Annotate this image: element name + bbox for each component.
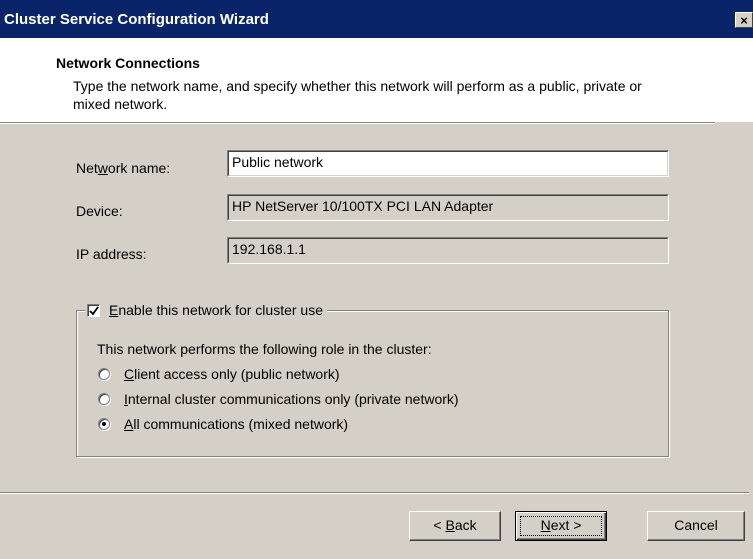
title-bar: Cluster Service Configuration Wizard × xyxy=(0,0,753,38)
device-label: Device: xyxy=(76,203,123,219)
radio-label: Internal cluster communications only (pr… xyxy=(124,391,459,407)
header-divider xyxy=(0,122,715,124)
enable-cluster-checkbox[interactable] xyxy=(87,303,100,317)
radio-client-access[interactable]: Client access only (public network) xyxy=(98,366,340,382)
ip-address-value: 192.168.1.1 xyxy=(232,241,306,257)
enable-cluster-label: Enable this network for cluster use xyxy=(109,302,323,318)
network-name-value: Public network xyxy=(232,154,324,170)
radio-selected-dot xyxy=(102,422,106,426)
radio-label: Client access only (public network) xyxy=(124,366,340,382)
next-button[interactable]: Next > xyxy=(515,511,607,541)
back-button[interactable]: < Back xyxy=(409,511,501,541)
network-name-input[interactable]: Public network xyxy=(227,150,669,177)
radio-button[interactable] xyxy=(98,368,110,380)
radio-button[interactable] xyxy=(98,418,110,430)
close-button[interactable]: × xyxy=(735,12,753,28)
radio-all-communications[interactable]: All communications (mixed network) xyxy=(98,416,348,432)
cluster-use-group xyxy=(76,310,669,457)
page-description: Type the network name, and specify wheth… xyxy=(73,78,642,112)
radio-button[interactable] xyxy=(98,393,110,405)
role-prompt: This network performs the following role… xyxy=(97,341,432,357)
network-name-label: Network name: xyxy=(76,160,171,176)
ip-address-label: IP address: xyxy=(76,246,147,262)
window-title: Cluster Service Configuration Wizard xyxy=(4,11,269,28)
wizard-header: Network Connections Type the network nam… xyxy=(0,38,753,122)
ip-address-field: 192.168.1.1 xyxy=(227,237,669,264)
cancel-button[interactable]: Cancel xyxy=(647,511,745,541)
page-title: Network Connections xyxy=(56,55,200,71)
radio-internal-only[interactable]: Internal cluster communications only (pr… xyxy=(98,391,459,407)
close-icon: × xyxy=(740,13,748,28)
device-field: HP NetServer 10/100TX PCI LAN Adapter xyxy=(227,194,669,221)
radio-label: All communications (mixed network) xyxy=(124,416,349,432)
enable-cluster-checkbox-row[interactable]: Enable this network for cluster use xyxy=(85,300,327,320)
footer-divider xyxy=(0,492,749,494)
checkmark-icon xyxy=(89,305,99,315)
device-value: HP NetServer 10/100TX PCI LAN Adapter xyxy=(232,198,494,214)
